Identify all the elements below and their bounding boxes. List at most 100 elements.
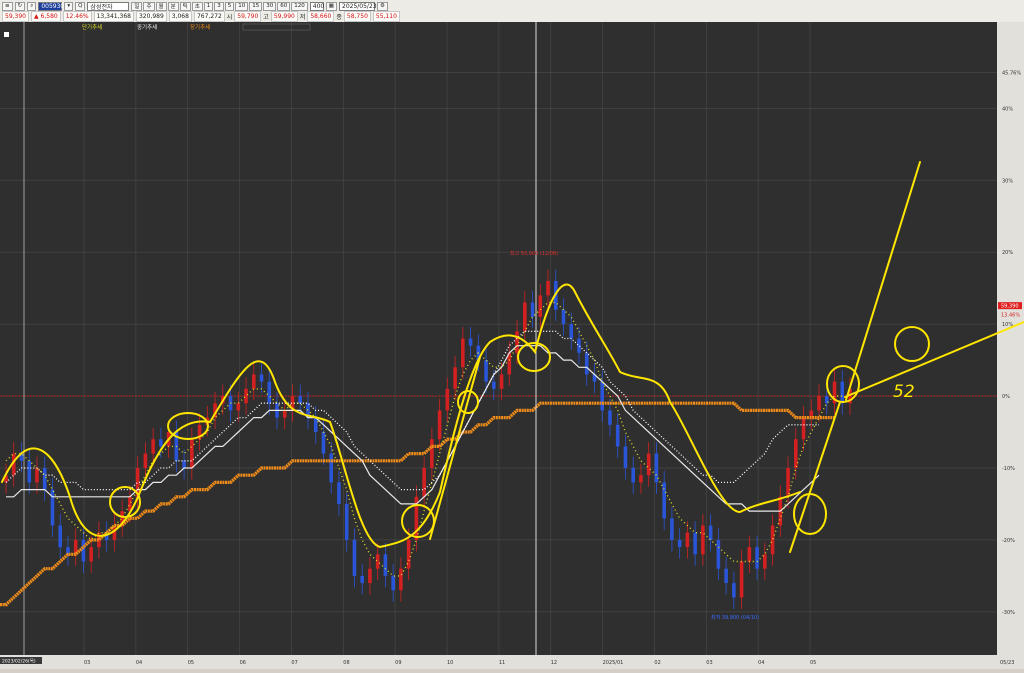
low-annotation: 최저 39,900 (04/10) (711, 614, 759, 621)
settings-icon[interactable]: ⚙ (377, 1, 388, 11)
x-tick-label-7: 10 (447, 660, 453, 666)
date-input[interactable]: 2025/05/23 (339, 1, 377, 11)
period-button-12[interactable]: 60 (277, 1, 291, 11)
toolbar-row-quote: 59,390 ▲ 6,580 12.46% 13,341,368 320,989… (2, 10, 400, 22)
x-axis-panel (0, 655, 1024, 669)
y-tick-label-0: 45.76% (1002, 70, 1021, 76)
candle-body-96 (747, 547, 752, 562)
candle-body-50 (391, 575, 395, 591)
candle-body-93 (724, 568, 728, 584)
candle-body-79 (615, 424, 620, 447)
settings-square-icon[interactable] (4, 32, 9, 37)
candle-body-5 (42, 467, 47, 490)
candle-body-19 (151, 439, 155, 454)
candle-body-69 (538, 295, 543, 317)
y-tick-label-6: -10% (1002, 466, 1015, 472)
x-tick-label-10: 2025/01 (603, 660, 624, 666)
candle-body-46 (360, 575, 364, 584)
period-button-0[interactable]: 일 (131, 1, 143, 11)
period-button-3[interactable]: 분 (167, 1, 179, 11)
chevron-down-icon[interactable]: ▾ (64, 1, 74, 11)
period-button-6[interactable]: 1 (203, 1, 214, 11)
candle-body-95 (739, 561, 744, 598)
candle-body-74 (577, 338, 581, 353)
candle-body-68 (530, 302, 535, 317)
period-button-10[interactable]: 15 (249, 1, 263, 11)
high-label: 고 (263, 13, 269, 21)
period-button-8[interactable]: 5 (224, 1, 235, 11)
toolbar: ≡ ↻ ⌕ 005930 ▾ Q 삼성전자 일 주 월 분 틱 초 1 3 5 10 15 30 60 1… (0, 0, 1024, 23)
candle-body-54 (422, 467, 426, 497)
candle-body-99 (770, 525, 775, 555)
x-tick-label-5: 08 (343, 660, 349, 666)
price-value: 59,390 (2, 10, 29, 22)
y-axis-panel (997, 22, 1024, 655)
candle-body-73 (569, 324, 574, 339)
period-button-7[interactable]: 3 (214, 1, 224, 11)
candle-body-82 (639, 475, 643, 483)
menu-icon[interactable]: ≡ (2, 1, 13, 11)
volume-value: 13,341,368 (93, 10, 134, 22)
amount-value: 767,272 (193, 10, 225, 22)
x-tick-label-12: 03 (706, 660, 712, 666)
candle-body-44 (344, 503, 349, 540)
candle-body-83 (646, 453, 651, 476)
refresh-icon[interactable]: ↻ (14, 1, 26, 11)
price-chart[interactable]: 단기추세 중기추세 장기추세 45.76%40%30%20%10%0%-10%-… (0, 22, 1024, 669)
candle-body-41 (321, 432, 326, 454)
candle-body-20 (159, 439, 163, 447)
candle-body-10 (81, 539, 86, 562)
x-tick-label-13: 04 (758, 660, 764, 666)
period-button-5[interactable]: 초 (191, 1, 203, 11)
period-button-13[interactable]: 120 (291, 1, 308, 11)
high-annotation: 최고 50,900 (12/08) (510, 250, 558, 257)
y-tick-label-3: 20% (1002, 250, 1013, 256)
stock-search-button[interactable]: Q (75, 1, 86, 11)
x-tick-label-4: 07 (291, 660, 297, 666)
candle-body-86 (670, 518, 674, 540)
candle-body-34 (267, 381, 272, 404)
candle-body-47 (368, 568, 372, 584)
y-tick-label-7: -20% (1002, 538, 1015, 544)
candle-body-102 (793, 439, 798, 468)
candle-body-63 (492, 381, 496, 389)
candle-body-42 (329, 453, 334, 483)
candle-body-51 (399, 568, 403, 591)
candle-body-48 (375, 554, 380, 569)
search-icon[interactable]: ⌕ (27, 1, 37, 11)
period-button-1[interactable]: 주 (143, 1, 155, 11)
chart-area[interactable]: 단기추세 중기추세 장기추세 45.76% 40% 30% 20% 10% 0% -10% -… (0, 22, 1024, 669)
x-tick-label-3: 06 (240, 660, 246, 666)
low-label: 저 (299, 13, 306, 21)
change-pct-value: 12.46% (62, 10, 92, 22)
period-count-input[interactable]: 400 (309, 1, 324, 11)
period-button-2[interactable]: 월 (155, 1, 167, 11)
period-button-4[interactable]: 틱 (179, 1, 191, 11)
stock-code-input[interactable]: 005930 (38, 1, 64, 11)
x-tick-label-14: 05 (810, 660, 816, 666)
axis-left-tag: 2023/02/26(목) (2, 659, 36, 665)
candle-body-36 (282, 410, 287, 418)
calendar-icon[interactable]: ▦ (325, 1, 337, 11)
x-tick-label-0: 03 (84, 660, 90, 666)
low-value: 58,660 (307, 10, 335, 22)
open-label: 시 (226, 13, 233, 21)
candle-body-87 (677, 539, 682, 548)
stock-name-field[interactable]: 삼성전자 (87, 1, 130, 11)
x-date-tag: 05/23 (1000, 660, 1014, 666)
x-tick-label-9: 12 (551, 660, 557, 666)
candle-body-45 (352, 539, 357, 576)
candle-body-64 (499, 374, 504, 389)
x-tick-label-11: 02 (654, 660, 660, 666)
annotation-number: 52 (893, 382, 915, 402)
candle-body-24 (190, 439, 194, 468)
legend-long: 장기추세 (190, 23, 210, 31)
candle-body-58 (453, 367, 457, 389)
candle-body-80 (623, 446, 628, 468)
ratio-value: 3,068 (168, 10, 192, 22)
candle-body-33 (259, 374, 264, 382)
period-button-9[interactable]: 10 (235, 1, 249, 11)
y-tick-label-5: 0% (1002, 394, 1010, 400)
candle-body-40 (313, 417, 318, 433)
period-button-11[interactable]: 30 (263, 1, 277, 11)
